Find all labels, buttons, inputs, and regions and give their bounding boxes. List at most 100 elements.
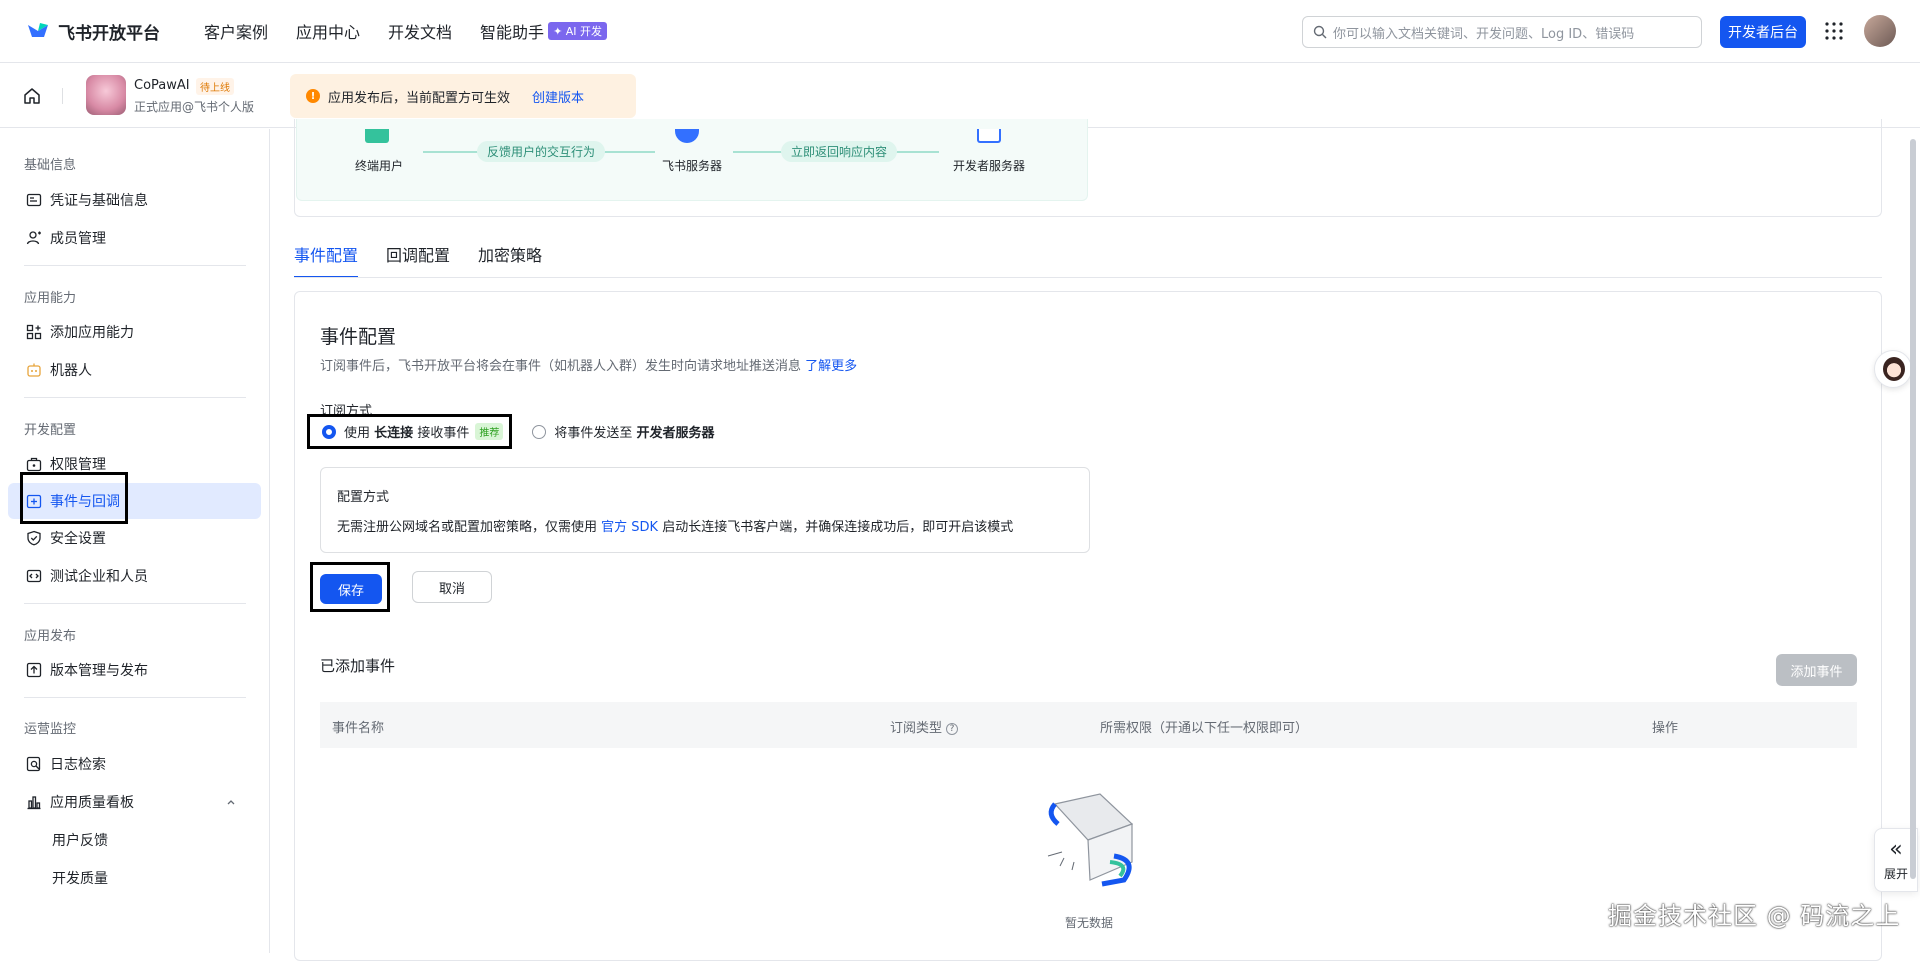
save-button[interactable]: 保存 bbox=[320, 574, 382, 604]
publish-notice: ! 应用发布后，当前配置方可生效 创建版本 bbox=[290, 74, 636, 118]
double-chevron-left-icon: « bbox=[1889, 836, 1903, 862]
feishu-logo-icon bbox=[28, 23, 48, 37]
sidebar-item-label: 版本管理与发布 bbox=[50, 663, 148, 679]
scroll-thumb[interactable] bbox=[1910, 139, 1916, 879]
warning-icon: ! bbox=[306, 89, 320, 103]
sidebar-item-label: 应用质量看板 bbox=[50, 795, 134, 811]
recommend-tag: 推荐 bbox=[475, 423, 504, 440]
sidebar-item-label: 测试企业和人员 bbox=[50, 569, 148, 585]
tab-event-config[interactable]: 事件配置 bbox=[294, 242, 359, 278]
expand-label: 展开 bbox=[1883, 866, 1908, 881]
sidebar-divider bbox=[24, 265, 246, 266]
sidebar-item-add-capability[interactable]: 添加应用能力 bbox=[8, 314, 261, 350]
grid-add-icon bbox=[26, 324, 42, 340]
search-input[interactable]: 你可以输入文档关键词、开发问题、Log ID、错误码 bbox=[1302, 16, 1702, 48]
feishu-server-node-icon bbox=[675, 129, 699, 143]
sidebar-item-members[interactable]: 成员管理 bbox=[8, 220, 261, 256]
search-icon bbox=[1313, 25, 1327, 39]
highlight-box-events bbox=[20, 472, 128, 524]
home-icon[interactable] bbox=[22, 86, 42, 106]
option-text: 将事件发送至 bbox=[554, 426, 633, 441]
main-scrollbar[interactable] bbox=[1908, 129, 1918, 953]
sidebar-item-robot[interactable]: 机器人 bbox=[8, 352, 261, 388]
option-long-connection[interactable]: 使用 长连接 接收事件 推荐 bbox=[307, 414, 513, 449]
column-label: 订阅类型 bbox=[890, 721, 943, 736]
cfg-text-post: 启动长连接飞书客户端，并确保连接成功后，即可开启该模式 bbox=[662, 520, 1014, 535]
official-sdk-link[interactable]: 官方 SDK bbox=[601, 520, 658, 535]
column-actions: 操作 bbox=[1652, 721, 1679, 736]
create-version-link[interactable]: 创建版本 bbox=[532, 87, 584, 106]
log-search-icon bbox=[26, 756, 41, 772]
events-table-header: 事件名称 订阅类型? 所需权限（开通以下任一权限即可） 操作 bbox=[320, 702, 1857, 748]
help-icon[interactable]: ? bbox=[946, 722, 959, 735]
id-card-icon bbox=[26, 193, 42, 207]
column-event-name: 事件名称 bbox=[332, 721, 385, 736]
sidebar-section-title: 运营监控 bbox=[24, 722, 77, 737]
sidebar-item-label: 成员管理 bbox=[50, 231, 106, 247]
app-status-badge: 待上线 bbox=[196, 78, 234, 95]
divider bbox=[62, 88, 63, 104]
upload-box-icon bbox=[26, 662, 42, 678]
user-add-icon bbox=[26, 231, 41, 245]
sidebar-item-quality-board[interactable]: 应用质量看板 bbox=[8, 784, 261, 820]
sidebar-item-test-org[interactable]: 测试企业和人员 bbox=[8, 558, 261, 594]
app-avatar bbox=[86, 75, 126, 115]
learn-more-link[interactable]: 了解更多 bbox=[805, 359, 857, 374]
radio-selected-icon[interactable] bbox=[322, 424, 336, 439]
nav-assistant[interactable]: 智能助手 ✦ AI 开发 bbox=[480, 19, 608, 43]
cancel-button[interactable]: 取消 bbox=[412, 571, 492, 603]
sidebar-item-label: 权限管理 bbox=[50, 457, 106, 473]
sidebar-item-user-feedback[interactable]: 用户反馈 bbox=[8, 822, 261, 858]
sidebar-item-label: 开发质量 bbox=[52, 871, 108, 887]
terminal-user-node-icon bbox=[365, 129, 389, 143]
sidebar-item-label: 日志检索 bbox=[50, 757, 106, 773]
config-method-text: 无需注册公网域名或配置加密策略，仅需使用 官方 SDK 启动长连接飞书客户端，并… bbox=[337, 516, 1013, 535]
column-permissions: 所需权限（开通以下任一权限即可） bbox=[1100, 721, 1309, 736]
sidebar-item-label: 安全设置 bbox=[50, 531, 106, 547]
sidebar-item-dev-quality[interactable]: 开发质量 bbox=[8, 860, 261, 896]
chevron-up-icon bbox=[227, 800, 235, 805]
added-events-title: 已添加事件 bbox=[320, 657, 396, 675]
robot-icon bbox=[27, 363, 41, 377]
shield-check-icon bbox=[27, 530, 41, 546]
tab-divider bbox=[294, 277, 1882, 278]
event-config-card: 事件配置 订阅事件后，飞书开放平台将会在事件（如机器人入群）发生时向请求地址推送… bbox=[294, 291, 1882, 961]
sidebar-section-title: 开发配置 bbox=[24, 423, 77, 438]
tab-encryption[interactable]: 加密策略 bbox=[478, 242, 542, 278]
option-bold-text: 长连接 bbox=[374, 426, 414, 441]
option-text: 接收事件 bbox=[417, 426, 470, 441]
sidebar-item-security[interactable]: 安全设置 bbox=[8, 520, 261, 556]
column-subscription-type: 订阅类型? bbox=[890, 717, 959, 736]
logo[interactable]: 飞书开放平台 bbox=[26, 19, 160, 44]
notice-text: 应用发布后，当前配置方可生效 bbox=[328, 90, 511, 106]
app-name: CoPawAI bbox=[134, 78, 190, 93]
tab-bar: 事件配置 回调配置 加密策略 bbox=[294, 242, 570, 278]
option-dev-server[interactable]: 将事件发送至 开发者服务器 bbox=[532, 422, 715, 441]
highlight-box-save: 保存 bbox=[310, 562, 390, 612]
flow-diagram: 终端用户 飞书服务器 开发者服务器 反馈用户的交互行为 立即返回响应内容 bbox=[296, 119, 1088, 201]
node-label: 飞书服务器 bbox=[662, 159, 723, 173]
apps-grid-icon[interactable] bbox=[1824, 21, 1844, 41]
nav-dev-docs[interactable]: 开发文档 bbox=[388, 19, 452, 43]
dev-server-node-icon bbox=[977, 129, 1001, 143]
tab-callback-config[interactable]: 回调配置 bbox=[386, 242, 450, 278]
developer-console-button[interactable]: 开发者后台 bbox=[1720, 16, 1806, 48]
radio-unselected-icon[interactable] bbox=[532, 424, 547, 439]
nav-app-center[interactable]: 应用中心 bbox=[296, 19, 360, 43]
section-title: 事件配置 bbox=[320, 326, 397, 348]
add-event-button[interactable]: 添加事件 bbox=[1776, 654, 1857, 686]
search-placeholder: 你可以输入文档关键词、开发问题、Log ID、错误码 bbox=[1333, 26, 1635, 42]
sidebar-item-credentials[interactable]: 凭证与基础信息 bbox=[8, 182, 261, 218]
subscription-options: 使用 长连接 接收事件 推荐 将事件发送至 开发者服务器 bbox=[307, 414, 715, 449]
description-text: 订阅事件后，飞书开放平台将会在事件（如机器人入群）发生时向请求地址推送消息 bbox=[320, 359, 802, 374]
sidebar-item-log-search[interactable]: 日志检索 bbox=[8, 746, 261, 782]
logo-text: 飞书开放平台 bbox=[58, 23, 160, 44]
nav-customer-cases[interactable]: 客户案例 bbox=[204, 19, 268, 43]
assistant-avatar-button[interactable] bbox=[1874, 350, 1912, 388]
sidebar-item-label: 用户反馈 bbox=[52, 833, 108, 849]
top-nav: 客户案例 应用中心 开发文档 智能助手 ✦ AI 开发 bbox=[204, 19, 635, 43]
watermark-text: 掘金技术社区 @ 码流之上 bbox=[1608, 902, 1901, 930]
arrow-label: 立即返回响应内容 bbox=[781, 141, 898, 162]
user-avatar[interactable] bbox=[1864, 15, 1896, 47]
sidebar-item-version-release[interactable]: 版本管理与发布 bbox=[8, 652, 261, 688]
